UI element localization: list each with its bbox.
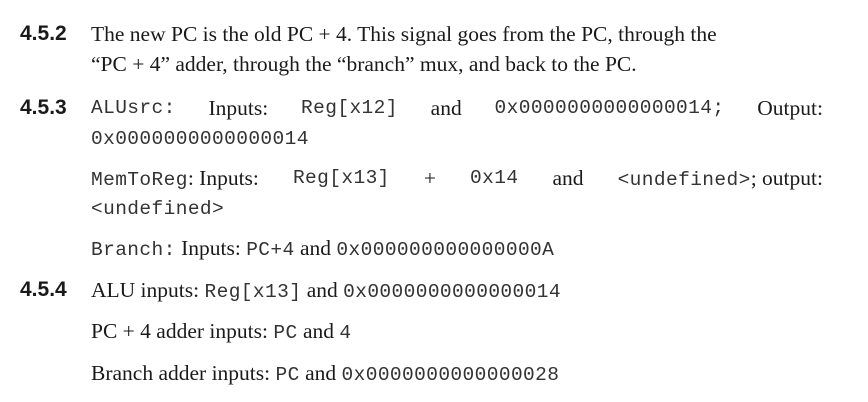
alu-input-1: Reg[x13] (204, 281, 302, 303)
pc4-adder-and: and (297, 319, 340, 343)
branch-inputs-label: Inputs: (175, 236, 247, 260)
memtoreg-input-3: <undefined> (617, 169, 751, 191)
branch-adder-input-1: PC (275, 364, 300, 386)
branch-line: Branch: Inputs: PC+4 and 0x0000000000000… (91, 235, 554, 263)
branch-adder-input-2: 0x0000000000000028 (341, 364, 560, 386)
alusrc-line: ALUsrc: Inputs: Reg[x12] and 0x000000000… (91, 95, 823, 121)
alu-inputs-line: ALU inputs: Reg[x13] and 0x0000000000000… (91, 277, 561, 305)
pc4-adder-line: PC + 4 adder inputs: PC and 4 (91, 318, 351, 346)
alusrc-input-1: Reg[x12] (301, 97, 398, 119)
section-number-4-5-2: 4.5.2 (20, 22, 67, 45)
section-number-4-5-4: 4.5.4 (20, 278, 67, 301)
branch-input-1: PC+4 (246, 239, 295, 261)
memtoreg-input-2: 0x14 (470, 167, 519, 189)
memtoreg-inputs-label: : Inputs: (187, 166, 259, 190)
memtoreg-line: MemToReg: Inputs: Reg[x13] + 0x14 and <u… (91, 165, 823, 193)
memtoreg-code: MemToReg (91, 169, 188, 191)
branch-code: Branch: (91, 239, 176, 261)
pc4-adder-input-1: PC (273, 322, 298, 344)
section-number-4-5-3: 4.5.3 (20, 96, 67, 119)
pc4-adder-input-2: 4 (339, 322, 352, 344)
alusrc-output: 0x0000000000000014 (91, 128, 309, 150)
memtoreg-and: and (552, 166, 584, 190)
alusrc-inputs-label: Inputs: (208, 96, 269, 120)
memtoreg-output-label: ; output: (750, 166, 823, 190)
alusrc-code: ALUsrc: (91, 97, 176, 119)
branch-adder-and: and (299, 361, 342, 385)
memtoreg-input-1: Reg[x13] (292, 167, 390, 189)
section-4-5-2-line-2: “PC + 4” adder, through the “branch” mux… (91, 52, 637, 76)
alu-inputs-label: ALU inputs: (91, 278, 205, 302)
alusrc-output-label: Output: (757, 96, 823, 120)
alusrc-output-line: 0x0000000000000014 (91, 124, 309, 152)
section-4-5-2-line-1: The new PC is the old PC + 4. This signa… (91, 22, 717, 46)
branch-adder-line: Branch adder inputs: PC and 0x0000000000… (91, 360, 559, 388)
alu-and: and (301, 278, 344, 302)
alusrc-and: and (430, 96, 462, 120)
pc4-adder-label: PC + 4 adder inputs: (91, 319, 274, 343)
branch-and: and (294, 236, 337, 260)
branch-input-2: 0x000000000000000A (336, 239, 555, 261)
memtoreg-output-line: <undefined> (91, 194, 224, 222)
branch-adder-label: Branch adder inputs: (91, 361, 276, 385)
alu-input-2: 0x0000000000000014 (343, 281, 561, 303)
memtoreg-plus: + (423, 166, 436, 190)
memtoreg-output: <undefined> (91, 198, 225, 220)
alusrc-input-2: 0x0000000000000014; (494, 97, 725, 119)
